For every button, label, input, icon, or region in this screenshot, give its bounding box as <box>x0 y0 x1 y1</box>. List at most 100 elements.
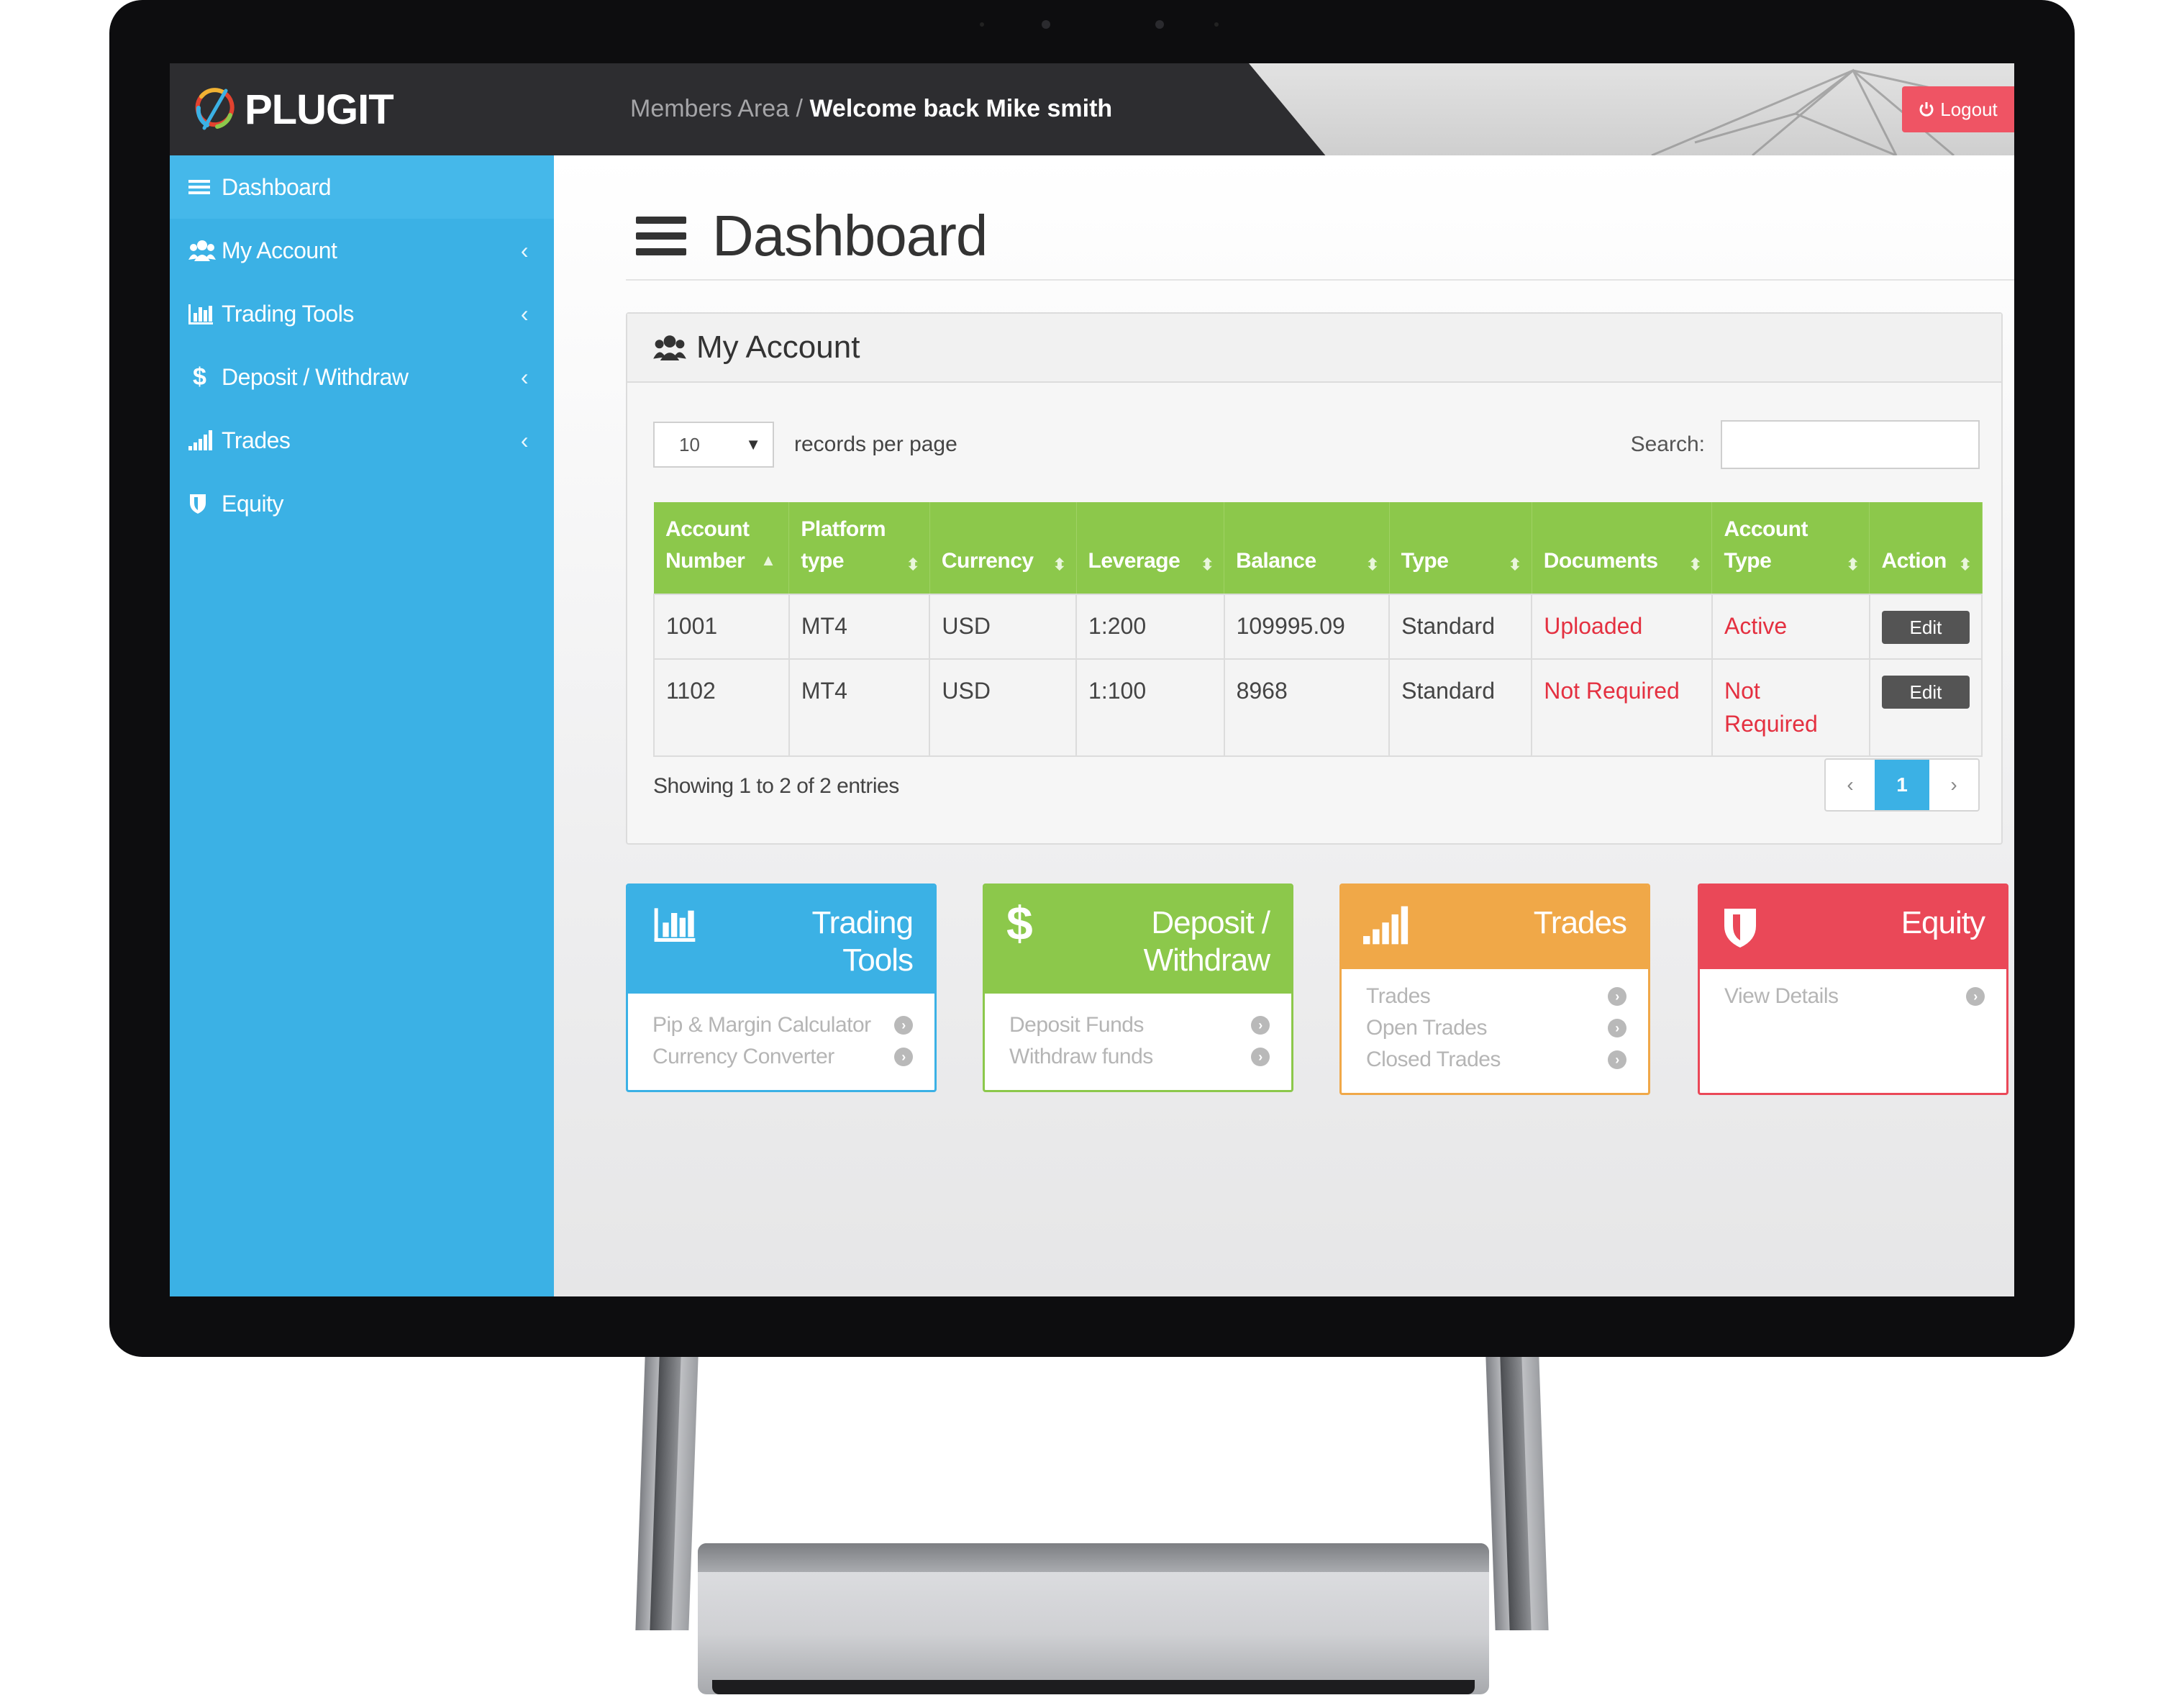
sidebar: Dashboard My Account ‹ Trading Tools ‹ $… <box>170 155 554 1296</box>
shield-icon <box>1724 909 1756 948</box>
link-closed-trades[interactable]: Closed Trades › <box>1366 1044 1626 1076</box>
sort-icon: ⬍ <box>1958 555 1972 574</box>
table-search: Search: <box>1631 420 1980 469</box>
users-icon <box>653 335 686 360</box>
link-currency-converter[interactable]: Currency Converter › <box>652 1041 913 1073</box>
tile-header[interactable]: Trades <box>1342 886 1648 969</box>
edit-button[interactable]: Edit <box>1881 611 1970 644</box>
page-title-text: Dashboard <box>712 204 988 268</box>
link-trades[interactable]: Trades › <box>1366 981 1626 1012</box>
column-header-balance[interactable]: Balance ⬍ <box>1224 502 1390 594</box>
sidebar-item-label: Deposit / Withdraw <box>222 363 409 390</box>
link-pip-margin-calculator[interactable]: Pip & Margin Calculator › <box>652 1009 913 1041</box>
arrow-circle-right-icon: › <box>1966 987 1985 1006</box>
accounts-table: Account Number ▲ Platform type ⬍ Currency ⬍ L… <box>653 502 1983 757</box>
sort-icon: ⬍ <box>1201 555 1214 574</box>
users-icon <box>188 240 222 261</box>
column-header-documents[interactable]: Documents ⬍ <box>1532 502 1713 594</box>
tile-header[interactable]: Equity <box>1700 886 2006 969</box>
menu-icon[interactable] <box>636 217 686 255</box>
sort-asc-icon: ▲ <box>760 551 776 570</box>
dollar-icon: $ <box>193 363 206 391</box>
table-info: Showing 1 to 2 of 2 entries <box>653 774 899 798</box>
signal-icon <box>1363 906 1409 945</box>
caret-down-icon: ▼ <box>745 435 761 453</box>
arrow-circle-right-icon: › <box>1608 1050 1626 1069</box>
top-bar: PLUGIT Members Area / Welcome back Mike … <box>170 63 2014 155</box>
sort-icon: ⬍ <box>1688 555 1702 574</box>
bezel-dot <box>1214 22 1219 27</box>
sidebar-item-label: Trading Tools <box>222 300 354 327</box>
power-icon <box>1919 102 1934 117</box>
column-header-currency[interactable]: Currency ⬍ <box>929 502 1077 594</box>
arrow-circle-right-icon: › <box>1608 987 1626 1006</box>
tile-header[interactable]: $ Deposit / Withdraw <box>985 886 1291 994</box>
breadcrumb: Members Area / Welcome back Mike smith <box>630 95 1112 123</box>
sidebar-item-dashboard[interactable]: Dashboard <box>170 155 554 219</box>
cell-action: Edit <box>1868 658 1983 757</box>
monitor-stand-arm-right <box>1485 1357 1549 1630</box>
sidebar-item-trades[interactable]: Trades ‹ <box>170 409 554 472</box>
sidebar-item-equity[interactable]: Equity <box>170 472 554 535</box>
cell-currency: USD <box>929 658 1078 757</box>
cell-type: Standard <box>1388 658 1533 757</box>
sidebar-item-trading-tools[interactable]: Trading Tools ‹ <box>170 282 554 345</box>
pagination: ‹ 1 › <box>1824 758 1980 812</box>
link-open-trades[interactable]: Open Trades › <box>1366 1012 1626 1044</box>
link-deposit-funds[interactable]: Deposit Funds › <box>1009 1009 1270 1041</box>
logo[interactable]: PLUGIT <box>191 82 394 137</box>
page-title: Dashboard <box>636 203 988 269</box>
welcome-text: Welcome back Mike smith <box>809 95 1113 122</box>
cell-currency: USD <box>929 594 1078 660</box>
column-header-platform-type[interactable]: Platform type ⬍ <box>788 502 930 594</box>
table-row: 1102 MT4 USD 1:100 8968 Standard Not Req… <box>653 658 1983 757</box>
sidebar-item-label: Trades <box>222 427 291 453</box>
column-header-account-type[interactable]: Account Type ⬍ <box>1711 502 1870 594</box>
tile-title: Deposit / Withdraw <box>1143 905 1270 978</box>
column-header-account-number[interactable]: Account Number ▲ <box>654 502 790 594</box>
sidebar-item-deposit-withdraw[interactable]: $ Deposit / Withdraw ‹ <box>170 345 554 409</box>
header-decoration <box>1249 63 2014 155</box>
camera-icon <box>1042 20 1050 29</box>
cell-documents: Not Required <box>1531 658 1713 757</box>
shortcut-tiles: Trading Tools Pip & Margin Calculator › C… <box>626 883 2008 1095</box>
table-row: 1001 MT4 USD 1:200 109995.09 Standard Up… <box>653 594 1983 660</box>
panel-title: My Account <box>696 330 860 365</box>
next-page-button[interactable]: › <box>1929 760 1978 810</box>
chevron-left-icon: ‹ <box>520 363 529 390</box>
cell-balance: 8968 <box>1223 658 1391 757</box>
search-input[interactable] <box>1721 420 1980 469</box>
cell-account-number: 1001 <box>653 594 790 660</box>
chevron-left-icon: ‹ <box>520 427 529 453</box>
sidebar-item-label: My Account <box>222 237 337 263</box>
bezel-dot <box>980 22 984 27</box>
link-withdraw-funds[interactable]: Withdraw funds › <box>1009 1041 1270 1073</box>
records-per-page-label: records per page <box>794 432 957 456</box>
link-view-details[interactable]: View Details › <box>1724 981 1985 1012</box>
page-button-current[interactable]: 1 <box>1875 760 1929 810</box>
logout-button[interactable]: Logout <box>1902 86 2014 132</box>
logout-label: Logout <box>1940 98 1998 120</box>
breadcrumb-root[interactable]: Members Area / <box>630 95 803 122</box>
column-header-type[interactable]: Type ⬍ <box>1389 502 1532 594</box>
app-screen: PLUGIT Members Area / Welcome back Mike … <box>170 63 2014 1296</box>
edit-button[interactable]: Edit <box>1881 676 1970 709</box>
tile-header[interactable]: Trading Tools <box>628 886 934 994</box>
sort-icon: ⬍ <box>1846 555 1860 574</box>
table-header-row: Account Number ▲ Platform type ⬍ Currency ⬍ L… <box>654 502 1983 594</box>
sidebar-item-my-account[interactable]: My Account ‹ <box>170 219 554 282</box>
tile-title: Trades <box>1533 905 1627 940</box>
chevron-left-icon: ‹ <box>520 237 529 263</box>
records-per-page-select[interactable]: 10 ▼ <box>653 422 774 468</box>
chevron-left-icon: ‹ <box>520 300 529 327</box>
cell-action: Edit <box>1868 594 1983 660</box>
records-per-page-value: 10 <box>679 433 700 455</box>
prev-page-button[interactable]: ‹ <box>1826 760 1875 810</box>
panel-header: My Account <box>627 314 2001 383</box>
monitor-base <box>698 1543 1489 1694</box>
column-header-action[interactable]: Action ⬍ <box>1869 502 1983 594</box>
dollar-icon: $ <box>1006 896 1033 950</box>
sort-icon: ⬍ <box>1508 555 1521 574</box>
column-header-leverage[interactable]: Leverage ⬍ <box>1076 502 1225 594</box>
records-per-page: 10 ▼ records per page <box>653 422 957 468</box>
